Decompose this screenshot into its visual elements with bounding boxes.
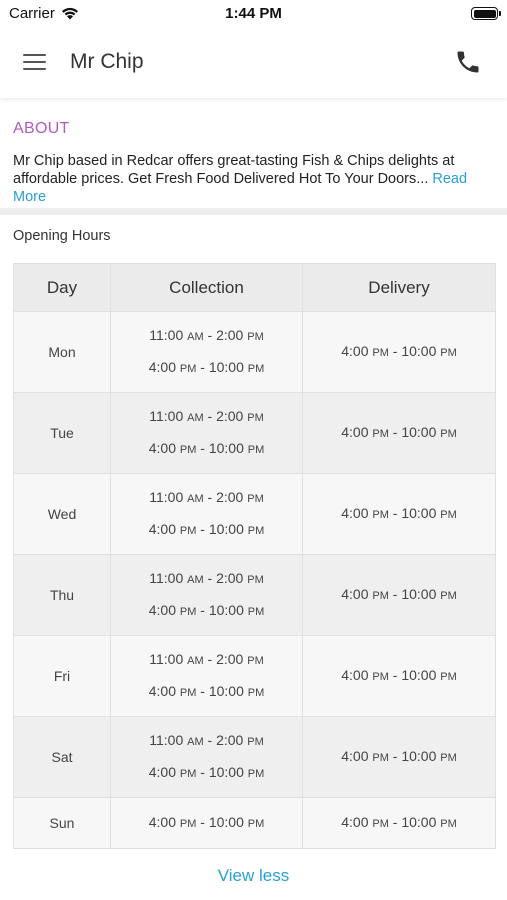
collection-time-slot: 4:00 PM - 10:00 PM [148,359,265,375]
collection-time-slot: 11:00 AM - 2:00 PM [149,408,264,424]
hamburger-menu-icon[interactable] [20,50,50,76]
about-section: ABOUT Mr Chip based in Redcar offers gre… [0,98,507,208]
delivery-cell: 4:00 PM - 10:00 PM [302,473,496,555]
collection-time-slot: 11:00 AM - 2:00 PM [149,732,264,748]
delivery-time-slot: 4:00 PM - 10:00 PM [341,586,457,602]
column-header-delivery: Delivery [302,263,496,312]
delivery-time-slot: 4:00 PM - 10:00 PM [341,814,457,830]
collection-time-slot: 11:00 AM - 2:00 PM [149,489,264,505]
about-title: ABOUT [13,120,70,137]
table-row: Wed 11:00 AM - 2:00 PM 4:00 PM - 10:00 PM 4… [13,473,496,555]
delivery-cell: 4:00 PM - 10:00 PM [302,392,496,474]
table-row: Thu 11:00 AM - 2:00 PM 4:00 PM - 10:00 PM 4… [13,554,496,636]
delivery-time-slot: 4:00 PM - 10:00 PM [341,424,457,440]
delivery-time-slot: 4:00 PM - 10:00 PM [341,343,457,359]
delivery-cell: 4:00 PM - 10:00 PM [302,635,496,717]
collection-time-slot: 4:00 PM - 10:00 PM [148,683,265,699]
status-bar: Carrier 1:44 PM [0,0,507,28]
battery-icon [471,7,501,20]
day-cell: Fri [13,635,111,717]
app-header: Mr Chip [0,28,507,98]
collection-cell: 11:00 AM - 2:00 PM 4:00 PM - 10:00 PM [110,392,303,474]
column-header-day: Day [13,263,111,312]
section-divider [0,208,507,215]
collection-cell: 11:00 AM - 2:00 PM 4:00 PM - 10:00 PM [110,554,303,636]
collection-cell: 11:00 AM - 2:00 PM 4:00 PM - 10:00 PM [110,311,303,393]
day-cell: Sun [13,797,111,849]
delivery-cell: 4:00 PM - 10:00 PM [302,716,496,798]
collection-time-slot: 4:00 PM - 10:00 PM [148,814,265,830]
phone-icon[interactable] [454,48,482,76]
day-cell: Thu [13,554,111,636]
collection-time-slot: 4:00 PM - 10:00 PM [148,440,265,456]
about-text: Mr Chip based in Redcar offers great-tas… [13,153,455,187]
collection-time-slot: 11:00 AM - 2:00 PM [149,570,264,586]
opening-hours-title: Opening Hours [13,228,111,244]
delivery-cell: 4:00 PM - 10:00 PM [302,797,496,849]
table-row: Sun 4:00 PM - 10:00 PM 4:00 PM - 10:00 PM [13,797,496,849]
collection-time-slot: 4:00 PM - 10:00 PM [148,521,265,537]
day-cell: Sat [13,716,111,798]
collection-time-slot: 4:00 PM - 10:00 PM [148,764,265,780]
delivery-time-slot: 4:00 PM - 10:00 PM [341,667,457,683]
page-title: Mr Chip [70,50,144,73]
delivery-time-slot: 4:00 PM - 10:00 PM [341,505,457,521]
opening-hours-table: Day Collection Delivery Mon 11:00 AM - 2:… [13,263,496,849]
status-time: 1:44 PM [225,5,282,22]
column-header-collection: Collection [110,263,303,312]
about-description: Mr Chip based in Redcar offers great-tas… [13,152,494,206]
table-row: Fri 11:00 AM - 2:00 PM 4:00 PM - 10:00 PM 4… [13,635,496,717]
day-cell: Mon [13,311,111,393]
collection-time-slot: 4:00 PM - 10:00 PM [148,602,265,618]
day-cell: Tue [13,392,111,474]
table-row: Sat 11:00 AM - 2:00 PM 4:00 PM - 10:00 PM 4… [13,716,496,798]
day-cell: Wed [13,473,111,555]
collection-cell: 11:00 AM - 2:00 PM 4:00 PM - 10:00 PM [110,716,303,798]
collection-time-slot: 11:00 AM - 2:00 PM [149,327,264,343]
delivery-time-slot: 4:00 PM - 10:00 PM [341,748,457,764]
collection-cell: 11:00 AM - 2:00 PM 4:00 PM - 10:00 PM [110,473,303,555]
table-row: Tue 11:00 AM - 2:00 PM 4:00 PM - 10:00 PM 4… [13,392,496,474]
collection-cell: 11:00 AM - 2:00 PM 4:00 PM - 10:00 PM [110,635,303,717]
table-header-row: Day Collection Delivery [13,263,496,312]
collection-time-slot: 11:00 AM - 2:00 PM [149,651,264,667]
collection-cell: 4:00 PM - 10:00 PM [110,797,303,849]
delivery-cell: 4:00 PM - 10:00 PM [302,554,496,636]
delivery-cell: 4:00 PM - 10:00 PM [302,311,496,393]
view-less-link[interactable]: View less [0,866,507,886]
table-row: Mon 11:00 AM - 2:00 PM 4:00 PM - 10:00 PM 4… [13,311,496,393]
